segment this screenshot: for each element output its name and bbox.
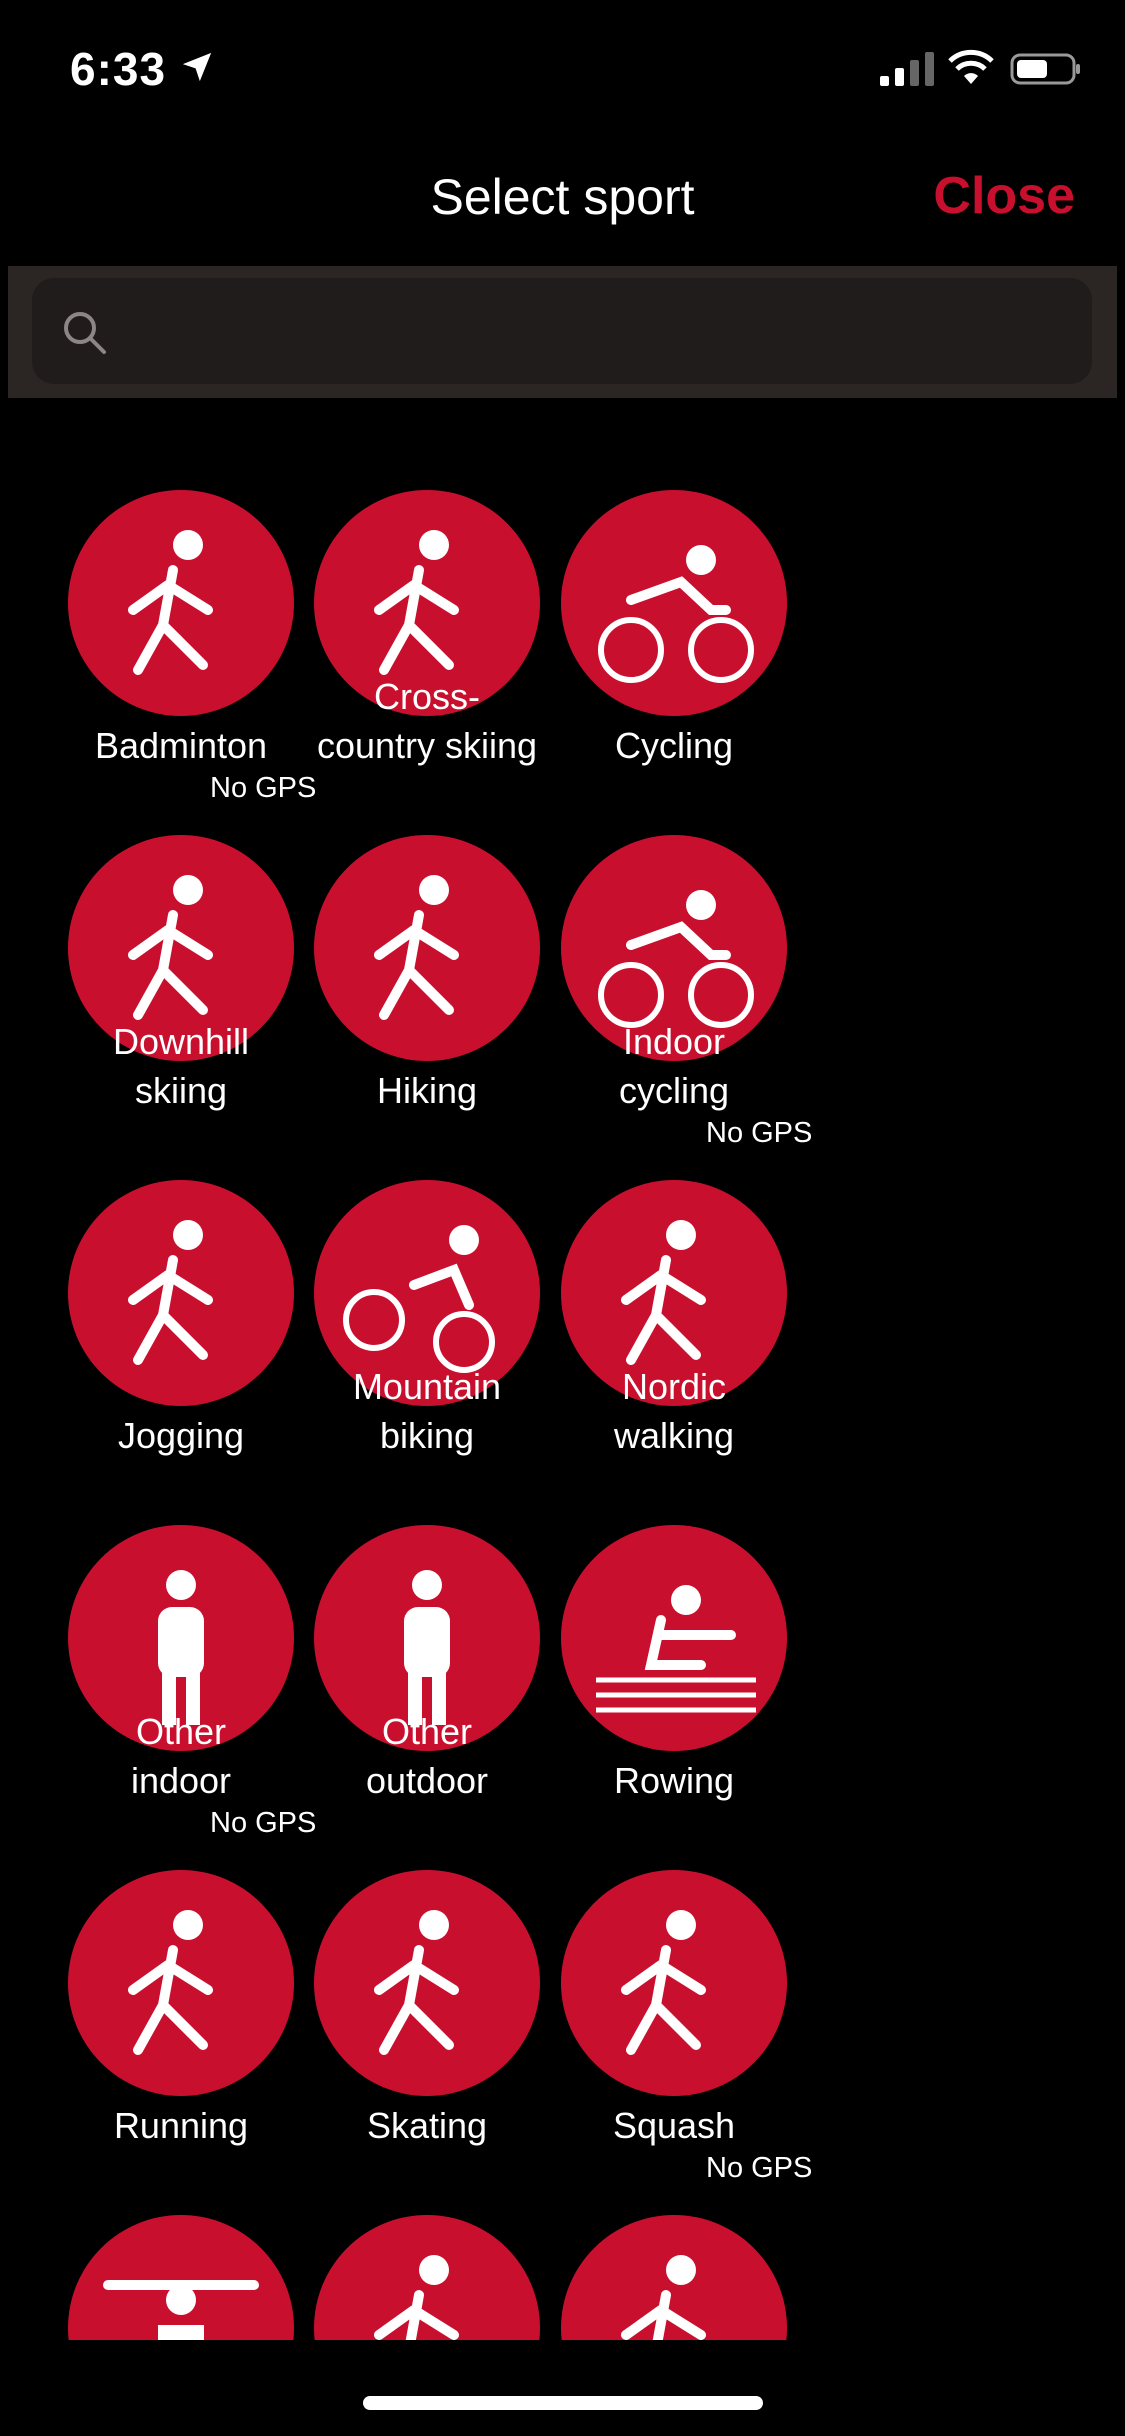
sport-icon-circle [561, 490, 787, 716]
sport-tile[interactable] [314, 2215, 540, 2340]
sport-icon-circle [68, 2215, 294, 2340]
battery-icon [1010, 53, 1080, 85]
sport-label: Nordic walking [613, 1366, 735, 1456]
no-gps-note: No GPS [706, 2152, 813, 2184]
sport-icon-circle [561, 1525, 787, 1751]
status-bar: 6:33 [0, 0, 1125, 140]
home-indicator[interactable] [363, 2396, 763, 2410]
sport-label: Squash [612, 2105, 736, 2146]
cycling-icon [598, 545, 754, 683]
sport-label: Cycling [614, 725, 734, 766]
sport-tile[interactable]: Indoor cycling No GPS [561, 835, 812, 1149]
sport-tile[interactable] [68, 2215, 294, 2340]
sport-tile[interactable]: Nordic walking [561, 1180, 787, 1480]
sport-icon-circle [561, 1870, 787, 2096]
close-button[interactable]: Close [933, 166, 1075, 226]
sports-grid: Badminton No GPS Cross- country skiing Cycl… [0, 490, 1125, 2340]
no-gps-note: No GPS [210, 1807, 317, 1839]
sport-icon-circle [314, 1870, 540, 2096]
sport-tile[interactable]: Squash No GPS [561, 1870, 812, 2184]
search-input[interactable] [122, 278, 1066, 386]
location-arrow-icon [182, 52, 212, 82]
skating-icon [374, 1910, 459, 2055]
running-icon [128, 1910, 213, 2055]
sport-icon-circle [68, 1870, 294, 2096]
sport-icon [621, 2255, 706, 2340]
sport-icon-circle [314, 2215, 540, 2340]
search-bar [8, 266, 1117, 398]
sport-tile[interactable]: Rowing [561, 1525, 787, 1825]
search-field[interactable] [32, 278, 1092, 386]
sport-tile[interactable]: Cycling [561, 490, 787, 790]
rowing-icon [596, 1585, 756, 1713]
status-time: 6:33 [70, 43, 167, 95]
no-gps-note: No GPS [706, 1117, 813, 1149]
no-gps-note: No GPS [210, 772, 317, 804]
squash-icon [621, 1910, 706, 2055]
strength-training-icon [103, 2280, 259, 2340]
search-icon [64, 312, 106, 354]
sport-label: Indoor cycling [618, 1021, 730, 1111]
tennis-icon [374, 2255, 459, 2340]
wifi-icon [948, 49, 994, 84]
sport-icon-circle [561, 2215, 787, 2340]
cellular-signal-icon [880, 52, 934, 86]
sport-label: Rowing [613, 1760, 735, 1801]
sport-tile[interactable] [561, 2215, 787, 2340]
